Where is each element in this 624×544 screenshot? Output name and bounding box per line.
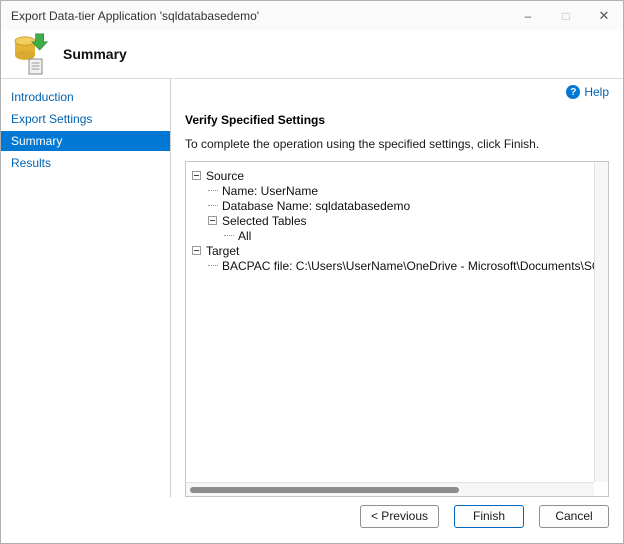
export-database-icon xyxy=(11,33,51,75)
tree-node-target[interactable]: Target xyxy=(190,243,606,258)
close-icon[interactable]: ✕ xyxy=(585,1,623,31)
dialog-footer: < Previous Finish Cancel xyxy=(1,497,623,543)
tree-connector xyxy=(224,235,234,236)
tree-node-label: Selected Tables xyxy=(222,214,307,228)
page-title: Summary xyxy=(63,46,127,62)
maximize-icon[interactable]: □ xyxy=(547,1,585,31)
tree-node-source-name[interactable]: Name: UserName xyxy=(190,183,606,198)
tree-connector xyxy=(208,190,218,191)
tree-node-selected-tables[interactable]: Selected Tables xyxy=(190,213,606,228)
tree-connector xyxy=(208,205,218,206)
tree-node-source[interactable]: Source xyxy=(190,168,606,183)
wizard-steps-sidebar: Introduction Export Settings Summary Res… xyxy=(1,79,171,497)
help-icon: ? xyxy=(566,85,580,99)
sidebar-item-introduction[interactable]: Introduction xyxy=(1,87,170,107)
tree-node-bacpac-file[interactable]: BACPAC file: C:\Users\UserName\OneDrive … xyxy=(190,258,606,273)
help-link[interactable]: Help xyxy=(584,85,609,99)
tree-node-label: BACPAC file: C:\Users\UserName\OneDrive … xyxy=(222,259,606,273)
vertical-scrollbar[interactable] xyxy=(594,162,608,482)
previous-button[interactable]: < Previous xyxy=(360,505,439,528)
tree-node-label: Database Name: sqldatabasedemo xyxy=(222,199,410,213)
settings-tree-panel: Source Name: UserName Database Name: sql… xyxy=(185,161,609,497)
tree-node-label: Name: UserName xyxy=(222,184,318,198)
summary-content: ? Help Verify Specified Settings To comp… xyxy=(171,79,623,497)
settings-tree: Source Name: UserName Database Name: sql… xyxy=(186,162,608,273)
sidebar-item-export-settings[interactable]: Export Settings xyxy=(1,109,170,129)
tree-node-label: All xyxy=(238,229,251,243)
tree-node-database-name[interactable]: Database Name: sqldatabasedemo xyxy=(190,198,606,213)
tree-connector xyxy=(208,265,218,266)
minimize-icon[interactable]: – xyxy=(509,1,547,31)
finish-instruction: To complete the operation using the spec… xyxy=(185,137,609,151)
collapse-icon[interactable] xyxy=(192,171,201,180)
cancel-button[interactable]: Cancel xyxy=(539,505,609,528)
collapse-icon[interactable] xyxy=(192,246,201,255)
titlebar[interactable]: Export Data-tier Application 'sqldatabas… xyxy=(1,1,623,31)
wizard-header: Summary xyxy=(1,31,623,79)
collapse-icon[interactable] xyxy=(208,216,217,225)
tree-node-label: Source xyxy=(206,169,244,183)
export-dialog: Export Data-tier Application 'sqldatabas… xyxy=(0,0,624,544)
horizontal-scrollbar[interactable] xyxy=(186,482,594,496)
main-area: Introduction Export Settings Summary Res… xyxy=(1,79,623,497)
sidebar-item-results[interactable]: Results xyxy=(1,153,170,173)
finish-button[interactable]: Finish xyxy=(454,505,524,528)
tree-node-label: Target xyxy=(206,244,239,258)
verify-settings-heading: Verify Specified Settings xyxy=(185,113,609,127)
sidebar-item-summary[interactable]: Summary xyxy=(1,131,170,151)
window-title: Export Data-tier Application 'sqldatabas… xyxy=(11,9,509,23)
tree-node-all-tables[interactable]: All xyxy=(190,228,606,243)
help-row: ? Help xyxy=(185,85,609,99)
horizontal-scrollbar-thumb[interactable] xyxy=(190,487,459,493)
